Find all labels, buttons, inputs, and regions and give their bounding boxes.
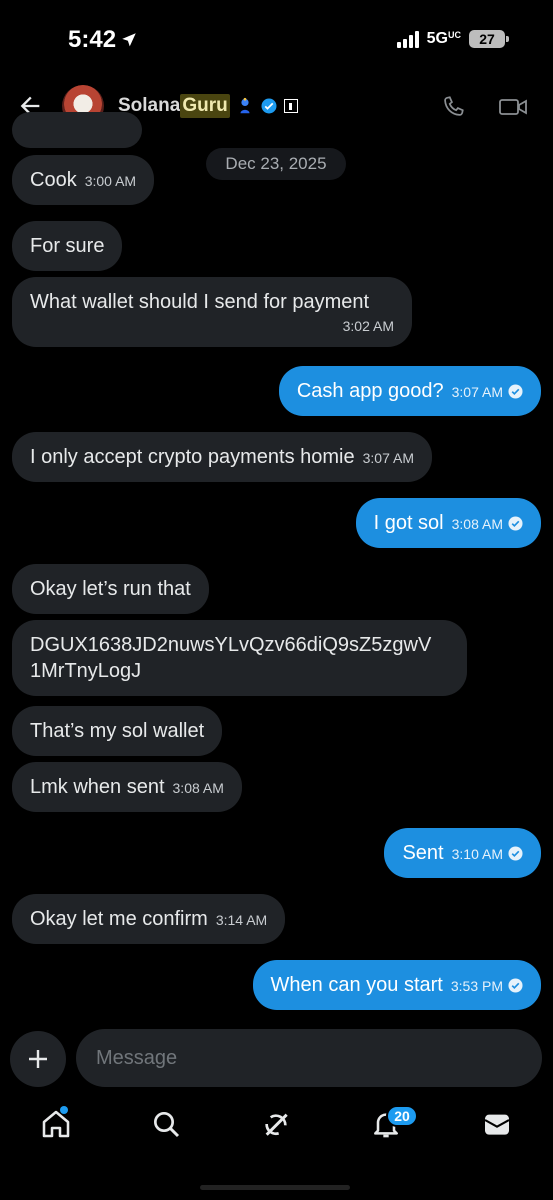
message-incoming[interactable]: That’s my sol wallet [12, 706, 223, 756]
search-icon[interactable] [150, 1108, 182, 1140]
battery-level: 27 [479, 31, 495, 47]
date-separator: Dec 23, 2025 [206, 148, 346, 180]
affiliate-badge-icon [283, 99, 298, 113]
message-incoming[interactable]: Cook 3:00 AM [12, 155, 155, 205]
message-timestamp: 3:53 PM [450, 978, 503, 994]
cellular-signal-icon [396, 30, 419, 48]
partial-message-bubble [12, 112, 142, 148]
message-incoming[interactable]: Okay let me confirm 3:14 AM [12, 894, 286, 944]
message-outgoing[interactable]: I got sol 3:08 AM [355, 498, 541, 548]
message-incoming[interactable]: Okay let’s run that [12, 564, 209, 614]
bottom-navigation [0, 1100, 553, 1160]
contact-name-highlight: Guru [180, 94, 230, 118]
message-incoming[interactable]: Lmk when sent 3:08 AM [12, 762, 242, 812]
contact-name[interactable]: Solana Guru [118, 94, 298, 118]
message-outgoing[interactable]: Sent 3:10 AM [384, 828, 541, 878]
messages-envelope-icon[interactable] [481, 1108, 513, 1140]
read-receipt-icon [508, 516, 523, 531]
message-timestamp: 3:10 AM [451, 846, 503, 862]
plus-icon [29, 1050, 47, 1068]
message-timestamp: 3:07 AM [451, 384, 503, 400]
message-timestamp: 3:08 AM [451, 516, 503, 532]
read-receipt-icon [508, 846, 523, 861]
notification-count-badge: 20 [386, 1105, 418, 1127]
status-indicators: 5GUC 27 [396, 30, 509, 48]
message-incoming[interactable]: I only accept crypto payments homie 3:07 … [12, 432, 432, 482]
home-icon[interactable] [40, 1108, 72, 1140]
read-receipt-icon [508, 978, 523, 993]
genie-emoji-icon [240, 97, 250, 114]
home-indicator [200, 1185, 350, 1190]
add-attachment-button[interactable] [10, 1031, 66, 1087]
message-incoming[interactable]: For sure [12, 221, 123, 271]
message-timestamp: 3:14 AM [215, 912, 268, 928]
verified-badge-icon [261, 98, 277, 114]
read-receipt-icon [508, 384, 523, 399]
message-timestamp: 3:07 AM [362, 450, 414, 466]
message-timestamp: 3:02 AM [342, 318, 394, 334]
grok-icon[interactable] [260, 1108, 292, 1140]
wallet-address: DGUX1638JD2nuwsYLvQzv66diQ9sZ5zgwV [30, 634, 432, 656]
home-unread-dot [60, 1106, 68, 1114]
network-type: 5GUC [426, 30, 461, 47]
message-composer[interactable] [76, 1029, 542, 1087]
message-incoming[interactable]: DGUX1638JD2nuwsYLvQzv66diQ9sZ5zgwV 1MrTn… [12, 620, 467, 696]
message-outgoing[interactable]: When can you start 3:53 PM [252, 960, 541, 1010]
message-timestamp: 3:08 AM [172, 780, 224, 796]
message-incoming[interactable]: What wallet should I send for payment 3:… [12, 277, 412, 347]
wallet-address-line2: 1MrTnyLogJ [30, 660, 142, 682]
phone-call-icon[interactable] [440, 94, 466, 120]
battery-icon: 27 [469, 30, 509, 48]
status-time: 5:42 [68, 26, 138, 54]
video-call-icon[interactable] [498, 94, 528, 120]
message-timestamp: 3:00 AM [84, 173, 137, 189]
dm-conversation-screen: 5:42 5GUC 27 Solana Guru Dec 23, 2025 Coo… [0, 0, 553, 1200]
location-arrow-icon [122, 33, 136, 47]
message-input[interactable] [96, 1046, 516, 1070]
message-outgoing[interactable]: Cash app good? 3:07 AM [278, 366, 541, 416]
